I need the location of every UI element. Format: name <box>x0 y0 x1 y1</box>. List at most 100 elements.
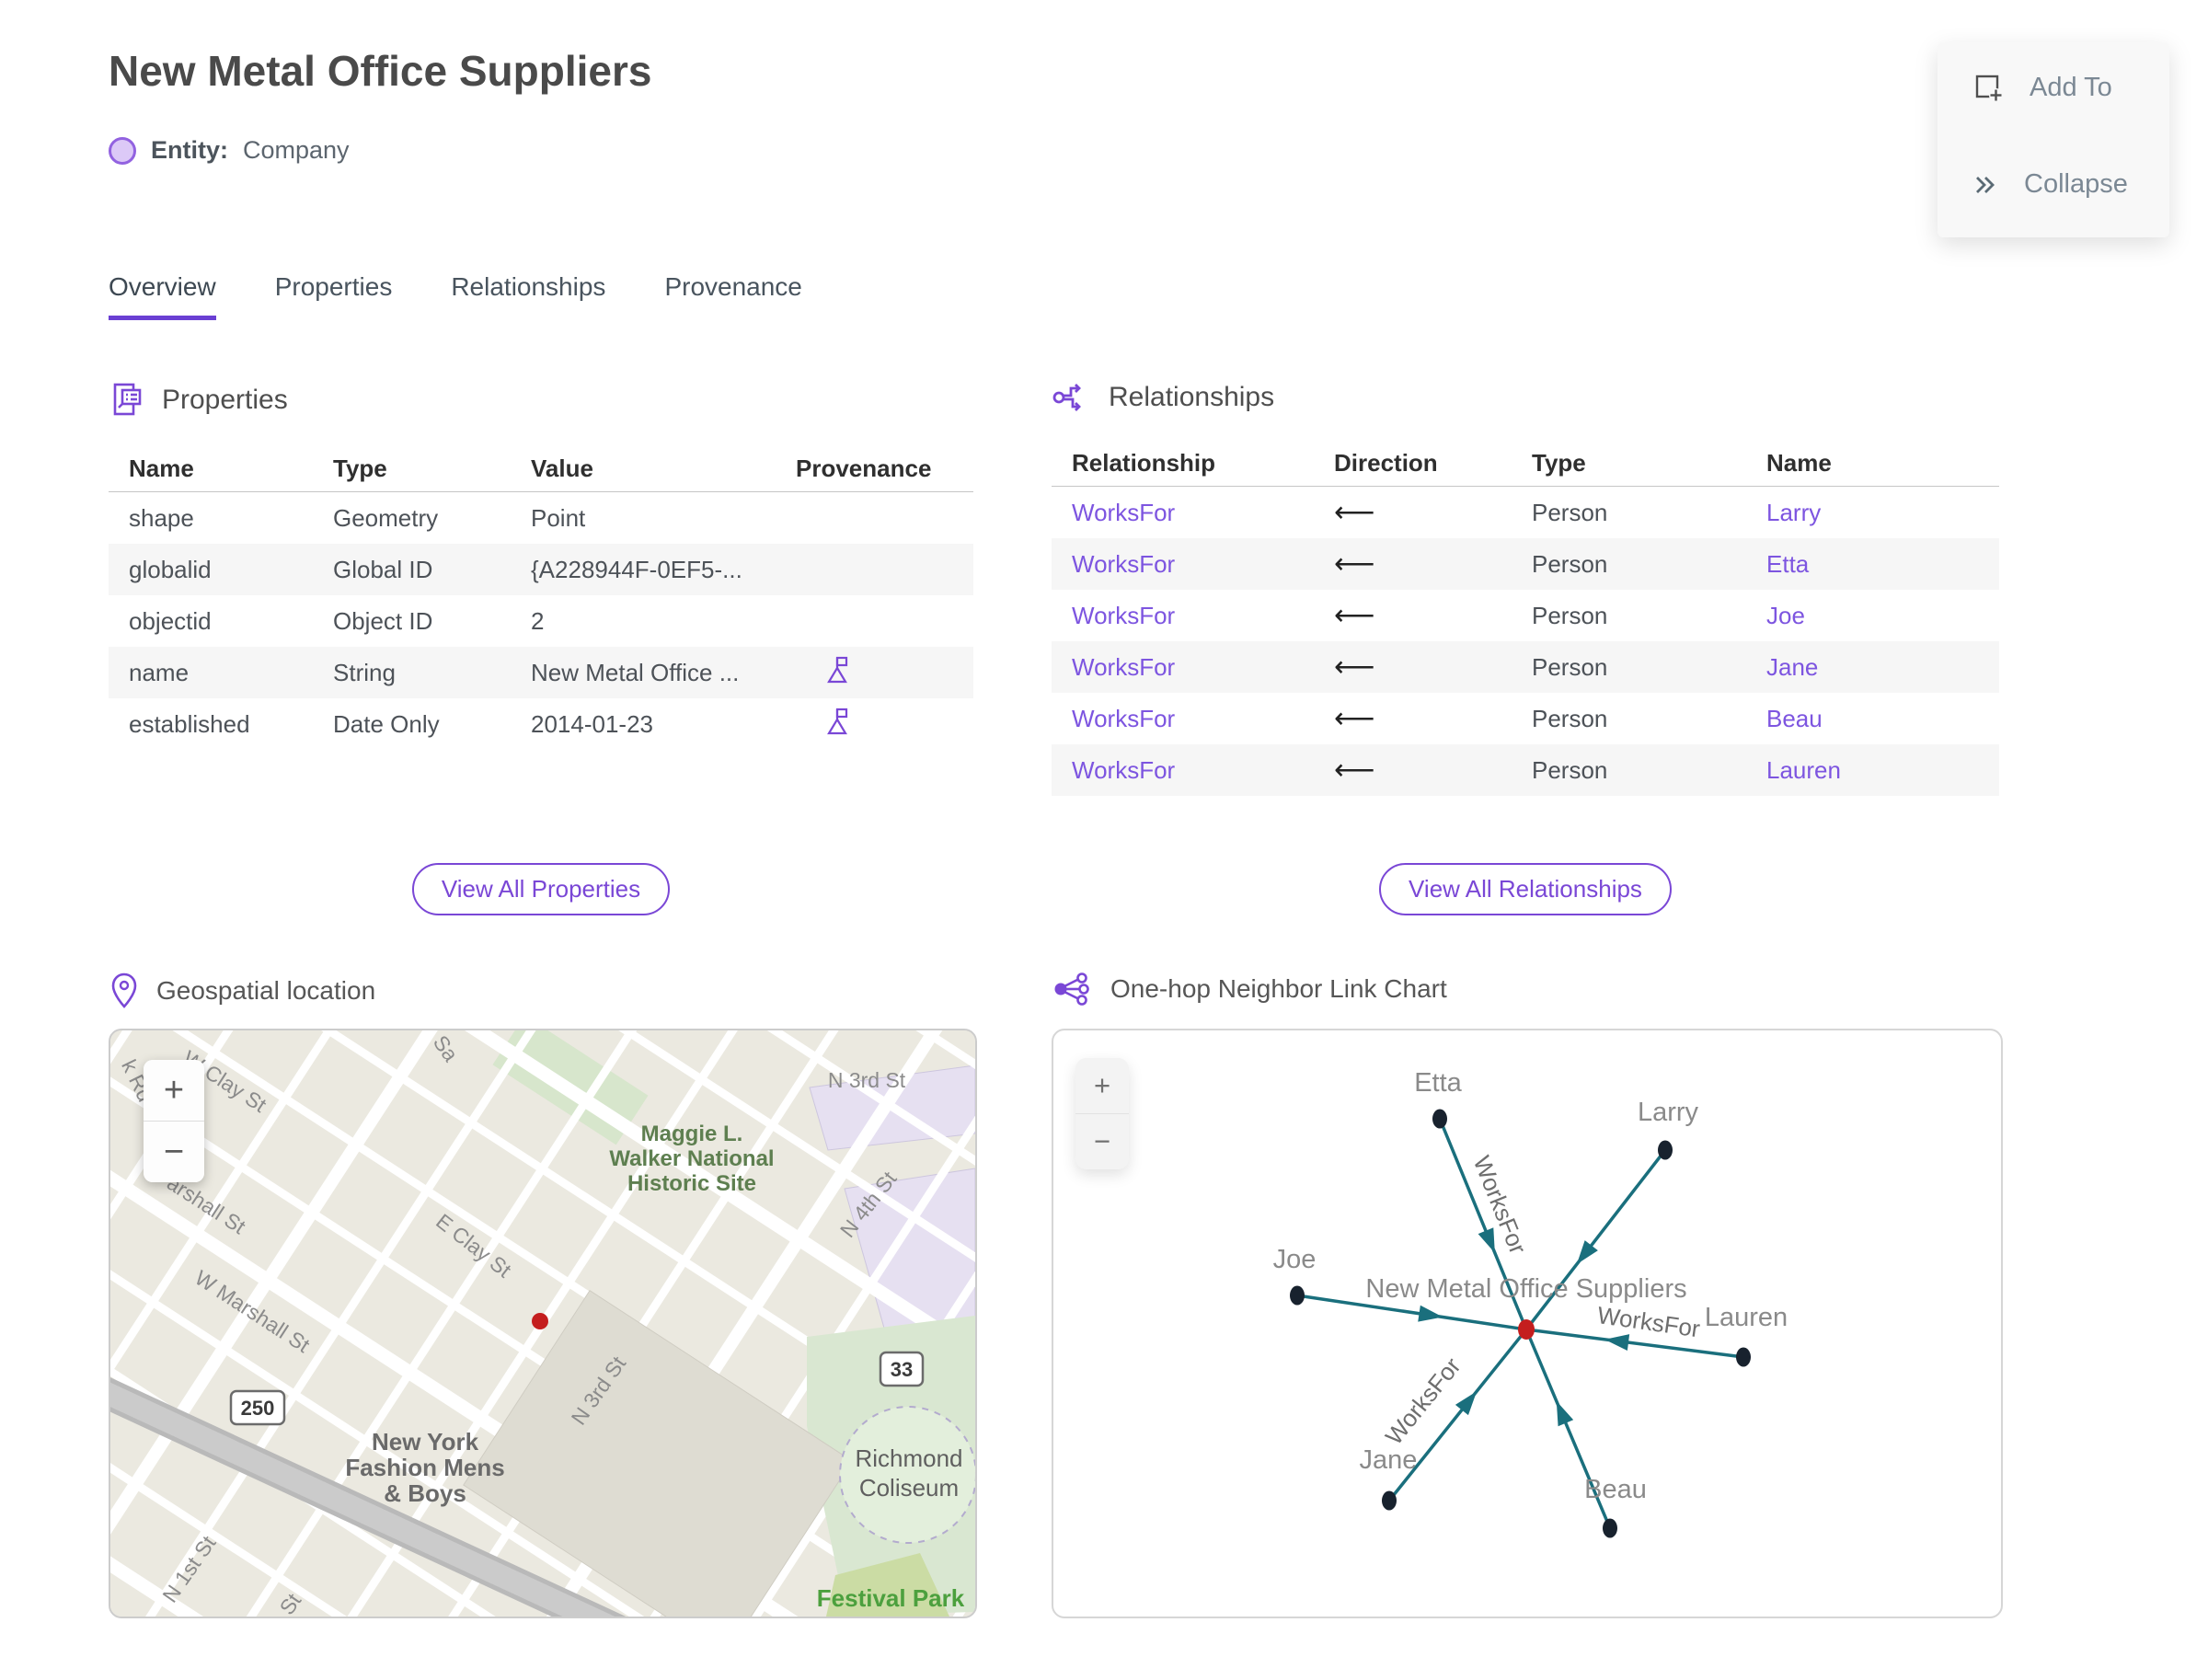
chart-edge-label: WorksFor <box>1380 1352 1466 1450</box>
svg-text:33: 33 <box>891 1358 913 1381</box>
cell: Person <box>1532 498 1608 526</box>
entity-name-link[interactable]: Beau <box>1746 705 1999 733</box>
link-chart-panel[interactable]: WorksFor WorksFor WorksFor Etta Larry Joe Laur… <box>1052 1029 2003 1618</box>
chart-zoom-in-button[interactable]: + <box>1075 1058 1129 1113</box>
relationships-icon <box>1052 381 1092 414</box>
chart-zoom-out-button[interactable]: − <box>1075 1113 1129 1169</box>
collapse-label: Collapse <box>2024 169 2128 199</box>
route-shield: 250 <box>229 1389 286 1426</box>
add-to-label: Add To <box>2030 72 2112 102</box>
link-chart-section-title: One-hop Neighbor Link Chart <box>1110 974 1447 1003</box>
properties-table: Name Type Value Provenance shape Geometry Poin… <box>109 445 973 750</box>
table-row: WorksFor ⟵ Person Jane <box>1052 641 1999 693</box>
chart-edge-arrow <box>1478 1227 1495 1253</box>
add-to-button[interactable]: Add To <box>1972 72 2112 103</box>
map-pin-icon <box>109 972 140 1010</box>
tab-overview[interactable]: Overview <box>109 272 216 320</box>
table-row: WorksFor ⟵ Person Etta <box>1052 538 1999 590</box>
properties-table-header: Name Type Value Provenance <box>109 445 973 492</box>
entity-type-value: Company <box>243 136 350 164</box>
relationships-table: Relationship Direction Type Name WorksFor ⟵ Pe… <box>1052 440 1999 796</box>
relationship-link[interactable]: WorksFor <box>1052 602 1314 630</box>
provenance-cell <box>776 707 973 742</box>
tab-relationships[interactable]: Relationships <box>451 272 605 320</box>
one-hop-link-chart-icon <box>1052 972 1094 1007</box>
chart-node-label: Lauren <box>1705 1303 1788 1332</box>
map-panel[interactable]: 250 33 k Rd W Clay St Sa arshall St W Marshall… <box>109 1029 977 1618</box>
chart-edge-label: WorksFor <box>1468 1152 1533 1259</box>
chart-node-label: Etta <box>1414 1068 1462 1098</box>
chart-node-lauren[interactable] <box>1736 1347 1751 1367</box>
map-place-label: Maggie L. <box>641 1122 743 1146</box>
column-header: Direction <box>1334 448 1438 477</box>
map-place-label: New York <box>372 1428 479 1456</box>
entity-name-link[interactable]: Lauren <box>1746 756 1999 785</box>
direction-arrow: ⟵ <box>1334 547 1375 580</box>
cell: 2014-01-23 <box>531 709 653 738</box>
cell: established <box>129 709 250 738</box>
tab-properties[interactable]: Properties <box>275 272 393 320</box>
cell: Person <box>1532 549 1608 578</box>
direction-arrow: ⟵ <box>1334 650 1375 683</box>
chart-node-beau[interactable] <box>1603 1518 1617 1538</box>
relationship-link[interactable]: WorksFor <box>1052 705 1314 733</box>
entity-name-link[interactable]: Jane <box>1746 653 1999 682</box>
column-header: Type <box>1532 448 1586 477</box>
map-zoom-in-button[interactable]: + <box>144 1060 204 1121</box>
cell: Person <box>1532 652 1608 681</box>
view-all-relationships-button[interactable]: View All Relationships <box>1379 863 1672 915</box>
entity-detail-page: New Metal Office Suppliers Entity: Compa… <box>0 0 2208 1680</box>
provenance-flag-icon[interactable] <box>796 707 849 736</box>
relationship-link[interactable]: WorksFor <box>1052 499 1314 527</box>
map-place-label: Historic Site <box>627 1171 756 1196</box>
map-location-marker <box>532 1313 548 1329</box>
entity-name-link[interactable]: Etta <box>1746 550 1999 579</box>
entity-type-badge-icon <box>109 136 136 165</box>
relationship-link[interactable]: WorksFor <box>1052 756 1314 785</box>
chart-node-larry[interactable] <box>1658 1140 1673 1160</box>
cell: Person <box>1532 755 1608 784</box>
entity-name-link[interactable]: Joe <box>1746 602 1999 630</box>
provenance-cell <box>776 655 973 691</box>
cell: Global ID <box>333 555 433 583</box>
entity-name-link[interactable]: Larry <box>1746 499 1999 527</box>
chart-node-joe[interactable] <box>1290 1285 1305 1306</box>
cell: Person <box>1532 704 1608 732</box>
map-zoom-out-button[interactable]: − <box>144 1121 204 1182</box>
relationship-link[interactable]: WorksFor <box>1052 653 1314 682</box>
table-row: globalid Global ID {A228944F-0EF5-... <box>109 544 973 595</box>
link-chart-section-header: One-hop Neighbor Link Chart <box>1052 972 1447 1007</box>
cell: String <box>333 658 396 686</box>
chart-node-label: Beau <box>1584 1475 1647 1504</box>
column-header: Value <box>531 454 593 482</box>
chart-center-node[interactable] <box>1518 1319 1535 1340</box>
chart-center-node-label: New Metal Office Suppliers <box>1365 1274 1686 1304</box>
map-canvas: 25033k Rd W Clay St Saarshall StW Marshall… <box>110 1030 975 1617</box>
direction-arrow: ⟵ <box>1334 496 1375 528</box>
table-row: established Date Only 2014-01-23 <box>109 698 973 750</box>
entity-type-row: Entity: Company <box>109 136 350 165</box>
provenance-flag-icon[interactable] <box>796 655 849 685</box>
chart-node-jane[interactable] <box>1382 1490 1397 1511</box>
view-all-properties-button[interactable]: View All Properties <box>411 863 671 915</box>
chart-node-etta[interactable] <box>1432 1109 1447 1129</box>
tab-provenance[interactable]: Provenance <box>664 272 801 320</box>
map-place-label: & Boys <box>384 1479 466 1507</box>
table-row: WorksFor ⟵ Person Beau <box>1052 693 1999 744</box>
relationship-link[interactable]: WorksFor <box>1052 550 1314 579</box>
svg-text:250: 250 <box>241 1397 275 1420</box>
collapse-button[interactable]: Collapse <box>1972 169 2128 200</box>
map-section-header: Geospatial location <box>109 972 375 1010</box>
direction-arrow: ⟵ <box>1334 599 1375 631</box>
cell: Object ID <box>333 606 433 635</box>
cell: 2 <box>531 606 545 635</box>
chart-edge-arrow <box>1556 1400 1574 1427</box>
properties-section: Properties Name Type Value Provenance shape G… <box>109 381 973 915</box>
direction-arrow: ⟵ <box>1334 702 1375 734</box>
route-shield: 33 <box>879 1351 925 1387</box>
chart-zoom-control: + − <box>1075 1058 1129 1169</box>
chart-node-label: Jane <box>1360 1445 1418 1475</box>
cell: New Metal Office ... <box>531 658 740 686</box>
chart-node-label: Larry <box>1638 1098 1699 1127</box>
column-header: Provenance <box>796 454 932 482</box>
